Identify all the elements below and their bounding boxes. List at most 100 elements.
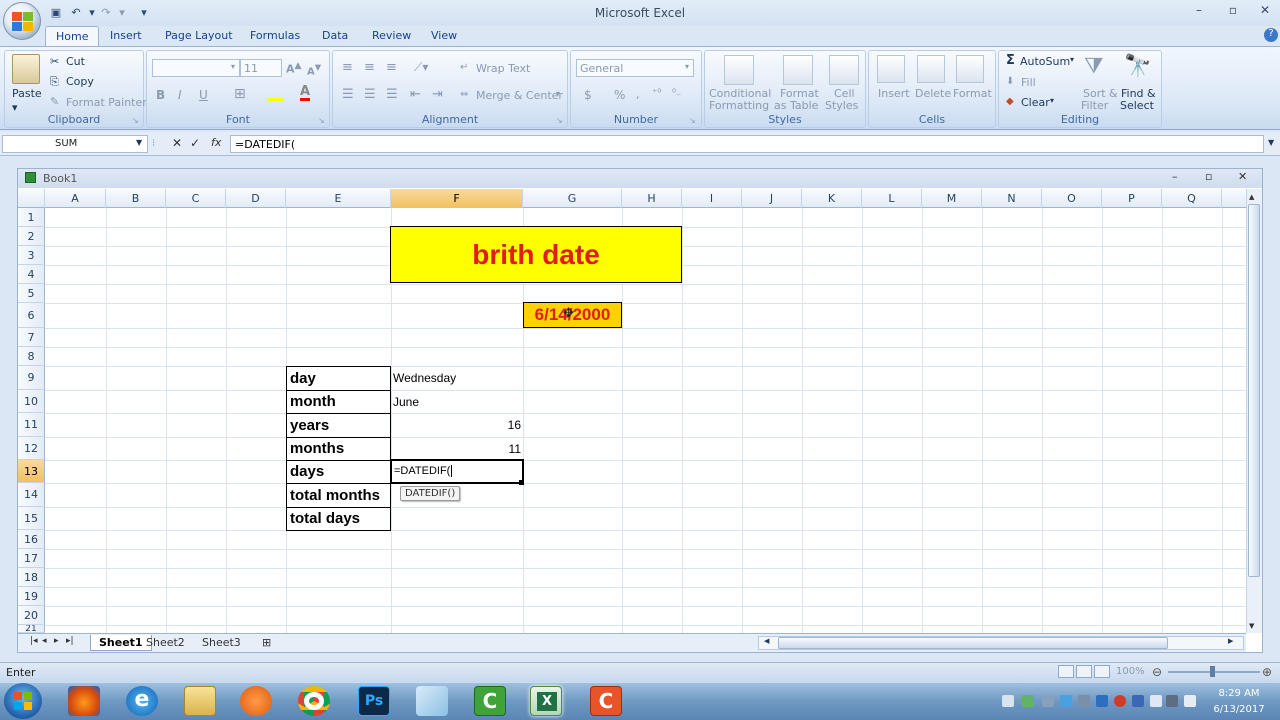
delete-cells-button[interactable]: Delete [915,87,951,100]
birth-date-title-cell[interactable]: brith date [390,226,682,283]
autosum-dropdown-icon[interactable]: ▾ [1070,55,1074,64]
alignment-launcher-icon[interactable]: ↘ [556,116,563,125]
clock-date[interactable]: 6/13/2017 [1208,704,1270,715]
book-restore-icon[interactable]: ▫ [1205,170,1212,183]
underline-button[interactable]: U [199,88,208,102]
name-box-dropdown-icon[interactable]: ▼ [136,138,142,147]
select-all-corner[interactable] [18,189,45,208]
zoom-level[interactable]: 100% [1116,666,1145,677]
scroll-left-icon[interactable]: ◀ [764,637,769,645]
number-format-dropdown-icon[interactable]: ▾ [685,62,689,71]
row-header[interactable]: 5 [18,284,45,303]
merge-center-button[interactable]: Merge & Center [476,89,563,102]
column-header[interactable]: G [523,189,622,208]
row-header[interactable]: 20 [18,606,45,625]
network-icon[interactable] [1150,695,1162,707]
undo-icon[interactable]: ↶ [68,5,84,19]
function-tooltip[interactable]: DATEDIF() [400,486,461,501]
book-minimize-icon[interactable]: – [1172,170,1178,183]
comma-style-icon[interactable]: , [636,88,640,101]
row-header[interactable]: 18 [18,568,45,587]
scroll-down-icon[interactable]: ▼ [1249,622,1254,630]
row-header[interactable]: 15 [18,507,45,530]
active-cell-editor[interactable]: =DATEDIF( [390,459,524,484]
borders-icon[interactable]: ⊞ [234,86,246,102]
align-left-icon[interactable]: ☰ [342,87,354,102]
label-cell[interactable]: total months [286,483,391,508]
minimize-icon[interactable]: – [1186,3,1212,21]
label-cell[interactable]: years [286,413,391,438]
tray-icon-5[interactable] [1078,695,1090,707]
media-player-icon[interactable] [240,686,272,716]
months-value-cell[interactable]: 11 [393,442,521,456]
align-bottom-icon[interactable]: ≡ [386,60,397,75]
tray-icon-1[interactable] [1002,695,1014,707]
font-name-select[interactable] [152,59,240,77]
row-header[interactable]: 6 [18,303,45,328]
redo-icon[interactable]: ↷ [98,5,114,19]
column-header[interactable]: Q [1162,189,1222,208]
label-cell[interactable]: months [286,437,391,461]
column-header[interactable]: I [682,189,742,208]
tab-home[interactable]: Home [45,26,100,46]
save-icon[interactable]: ▣ [48,5,64,19]
fill-handle[interactable] [519,480,524,485]
font-color-icon[interactable]: A [300,85,311,101]
label-cell[interactable]: total days [286,507,391,531]
orientation-icon[interactable]: ⟋▾ [414,60,428,75]
row-header[interactable]: 8 [18,347,45,366]
zoom-out-icon[interactable]: ⊖ [1152,665,1162,679]
tab-review[interactable]: Review [362,26,421,46]
maximize-icon[interactable]: ▫ [1220,3,1246,21]
fill-button[interactable]: Fill [1021,76,1036,89]
label-cell[interactable]: days [286,460,391,484]
day-value-cell[interactable]: Wednesday [393,371,456,385]
row-header[interactable]: 19 [18,587,45,606]
row-header[interactable]: 21 [18,625,45,633]
row-header[interactable]: 2 [18,227,45,246]
cut-button[interactable]: Cut [66,55,85,68]
column-header[interactable]: M [922,189,982,208]
label-cell[interactable]: day [286,366,391,391]
column-header[interactable]: F [391,189,523,208]
tray-icon-3[interactable] [1042,695,1054,707]
format-cells-button[interactable]: Format [953,87,992,100]
tab-view[interactable]: View [421,26,467,46]
row-header[interactable]: 3 [18,246,45,265]
firefox-icon[interactable] [68,686,100,716]
column-header[interactable]: B [106,189,166,208]
autosum-button[interactable]: AutoSum [1020,55,1070,68]
decrease-indent-icon[interactable]: ⇤ [410,87,421,102]
grow-font-icon[interactable]: A▲ [286,60,302,76]
tab-data[interactable]: Data [312,26,358,46]
increase-decimal-icon[interactable]: ⁺⁰ [652,88,661,99]
insert-sheet-icon[interactable]: ⊞ [254,635,279,651]
zoom-slider-thumb[interactable] [1210,666,1215,677]
horizontal-scroll-thumb[interactable] [778,637,1168,649]
row-header[interactable]: 1 [18,208,45,227]
signal-icon[interactable] [1166,695,1178,707]
chrome-icon[interactable] [298,686,330,716]
shrink-font-icon[interactable]: A▼ [307,62,321,77]
row-header[interactable]: 13 [18,460,45,483]
row-header[interactable]: 14 [18,483,45,507]
align-right-icon[interactable]: ☰ [386,87,398,102]
tray-icon-8[interactable] [1132,695,1144,707]
fill-color-icon[interactable] [268,87,284,101]
row-header[interactable]: 12 [18,437,45,460]
scroll-up-icon[interactable]: ▲ [1249,193,1254,201]
tray-icon-7[interactable] [1114,695,1126,707]
tab-insert[interactable]: Insert [100,26,152,46]
clock-time[interactable]: 8:29 AM [1212,688,1266,699]
page-break-view-icon[interactable] [1094,665,1110,678]
format-painter-button[interactable]: Format Painter [66,96,147,109]
percent-button[interactable]: % [614,88,625,102]
column-header[interactable]: A [45,189,106,208]
tab-formulas[interactable]: Formulas [240,26,310,46]
increase-indent-icon[interactable]: ⇥ [432,87,443,102]
column-header[interactable]: D [226,189,286,208]
years-value-cell[interactable]: 16 [393,418,521,432]
column-header[interactable]: O [1042,189,1102,208]
paste-icon[interactable] [12,54,40,84]
copy-button[interactable]: Copy [66,75,94,88]
